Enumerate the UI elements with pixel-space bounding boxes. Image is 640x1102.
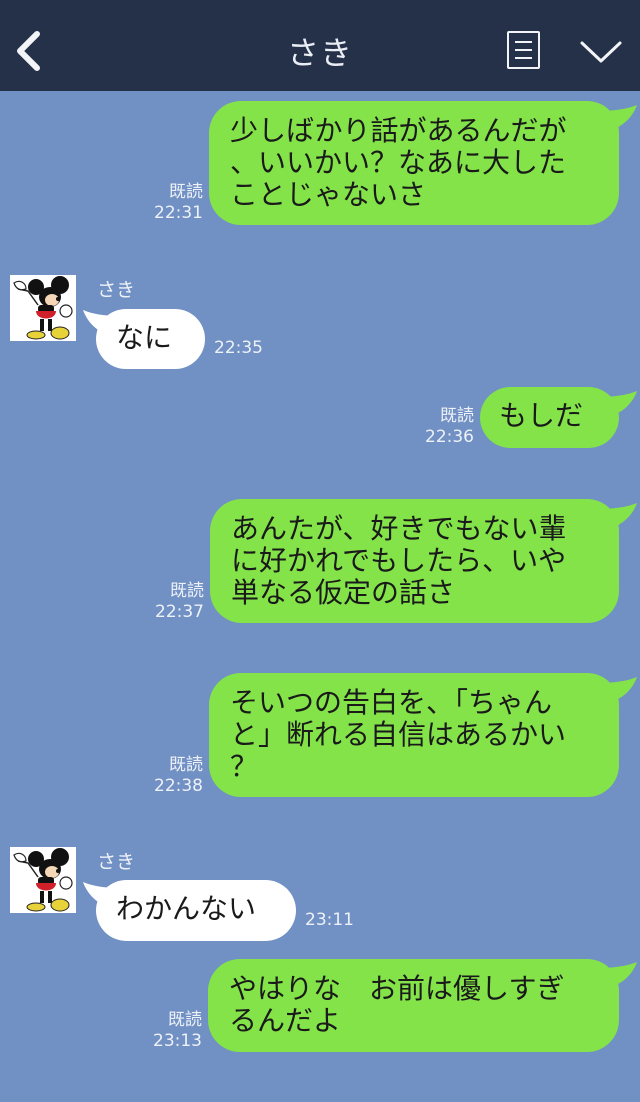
message-meta: 既読 22:37 [141, 581, 204, 623]
menu-line [515, 49, 532, 51]
message-time: 23:11 [305, 910, 354, 930]
message-time: 22:31 [154, 203, 203, 223]
read-receipt: 既読 [170, 581, 204, 601]
expand-button[interactable] [578, 36, 624, 66]
read-receipt: 既読 [440, 406, 474, 426]
message-text: なに [116, 321, 173, 354]
message-text: わかんない [116, 892, 257, 925]
outgoing-message[interactable]: やはりな お前は優しすぎ るんだよ [208, 959, 619, 1052]
chat-title: さき [286, 34, 353, 72]
read-receipt: 既読 [169, 755, 203, 775]
message-meta: 22:35 [214, 338, 263, 359]
outgoing-message[interactable]: そいつの告白を、「ちゃん と」断れる自信はあるかい ？ [209, 673, 619, 797]
read-receipt: 既読 [169, 182, 203, 202]
message-time: 22:35 [214, 338, 263, 358]
message-meta: 既読 22:38 [140, 755, 203, 797]
read-receipt: 既読 [168, 1010, 202, 1030]
menu-button[interactable] [507, 31, 540, 69]
sender-name: さき [97, 279, 136, 301]
message-meta: 既読 23:13 [139, 1010, 202, 1052]
message-time: 22:38 [154, 776, 203, 796]
message-text: 少しばかり話があるんだが 、いいかい？なあに大した ことじゃないさ [230, 114, 567, 211]
message-time: 22:37 [155, 602, 204, 622]
incoming-message[interactable]: わかんない [96, 880, 296, 941]
message-meta: 既読 22:31 [140, 182, 203, 224]
avatar[interactable] [10, 847, 76, 913]
chevron-down-icon [580, 41, 622, 63]
cartoon-mouse-avatar [13, 848, 73, 912]
menu-line [515, 41, 532, 43]
message-time: 23:13 [153, 1031, 202, 1051]
incoming-message[interactable]: なに [96, 309, 205, 369]
cartoon-mouse-avatar [13, 276, 73, 340]
avatar[interactable] [10, 275, 76, 341]
sender-name: さき [97, 851, 136, 873]
message-text: そいつの告白を、「ちゃん と」断れる自信はあるかい ？ [230, 686, 567, 783]
outgoing-message[interactable]: もしだ [480, 387, 619, 448]
message-text: もしだ [499, 399, 584, 432]
outgoing-message[interactable]: 少しばかり話があるんだが 、いいかい？なあに大した ことじゃないさ [209, 101, 619, 225]
message-meta: 23:11 [305, 910, 354, 931]
message-meta: 既読 22:36 [412, 406, 474, 448]
message-text: やはりな お前は優しすぎ るんだよ [229, 972, 565, 1037]
chat-header: さき [0, 0, 640, 91]
message-time: 22:36 [425, 427, 474, 447]
menu-line [515, 57, 532, 59]
outgoing-message[interactable]: あんたが、好きでもない輩 に好かれでもしたら、いや 単なる仮定の話さ [210, 499, 619, 623]
message-text: あんたが、好きでもない輩 に好かれでもしたら、いや 単なる仮定の話さ [231, 512, 567, 609]
chat-area[interactable]: 少しばかり話があるんだが 、いいかい？なあに大した ことじゃないさ 既読 22:… [0, 91, 640, 1102]
